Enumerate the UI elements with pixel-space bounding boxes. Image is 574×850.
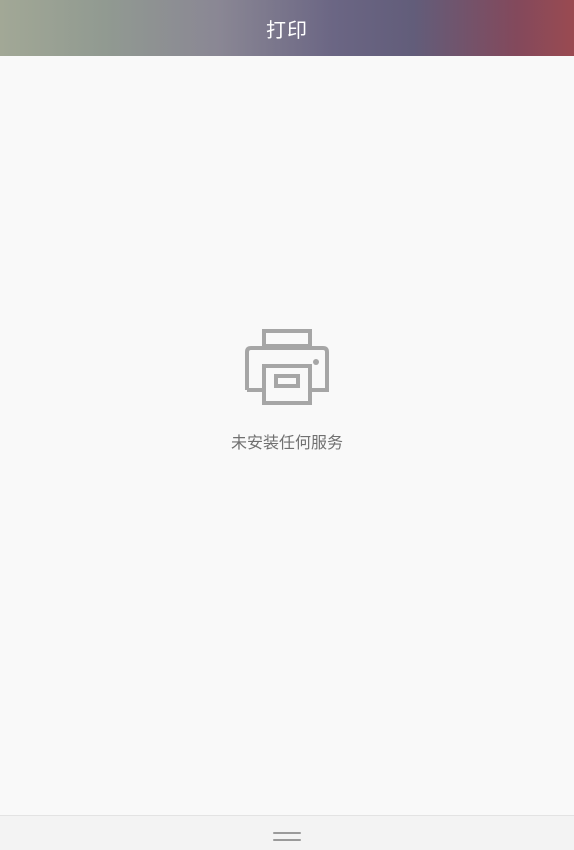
print-settings-screen: 打印 未安装任何服务 xyxy=(0,0,574,850)
title-bar: 打印 xyxy=(0,0,574,56)
menu-handle-icon[interactable] xyxy=(273,830,301,844)
bottom-bar xyxy=(0,815,574,850)
page-title: 打印 xyxy=(266,17,308,42)
empty-state: 未安装任何服务 xyxy=(0,329,574,453)
printer-icon xyxy=(245,329,329,405)
content-area: 未安装任何服务 xyxy=(0,56,574,815)
empty-message: 未安装任何服务 xyxy=(230,433,343,452)
